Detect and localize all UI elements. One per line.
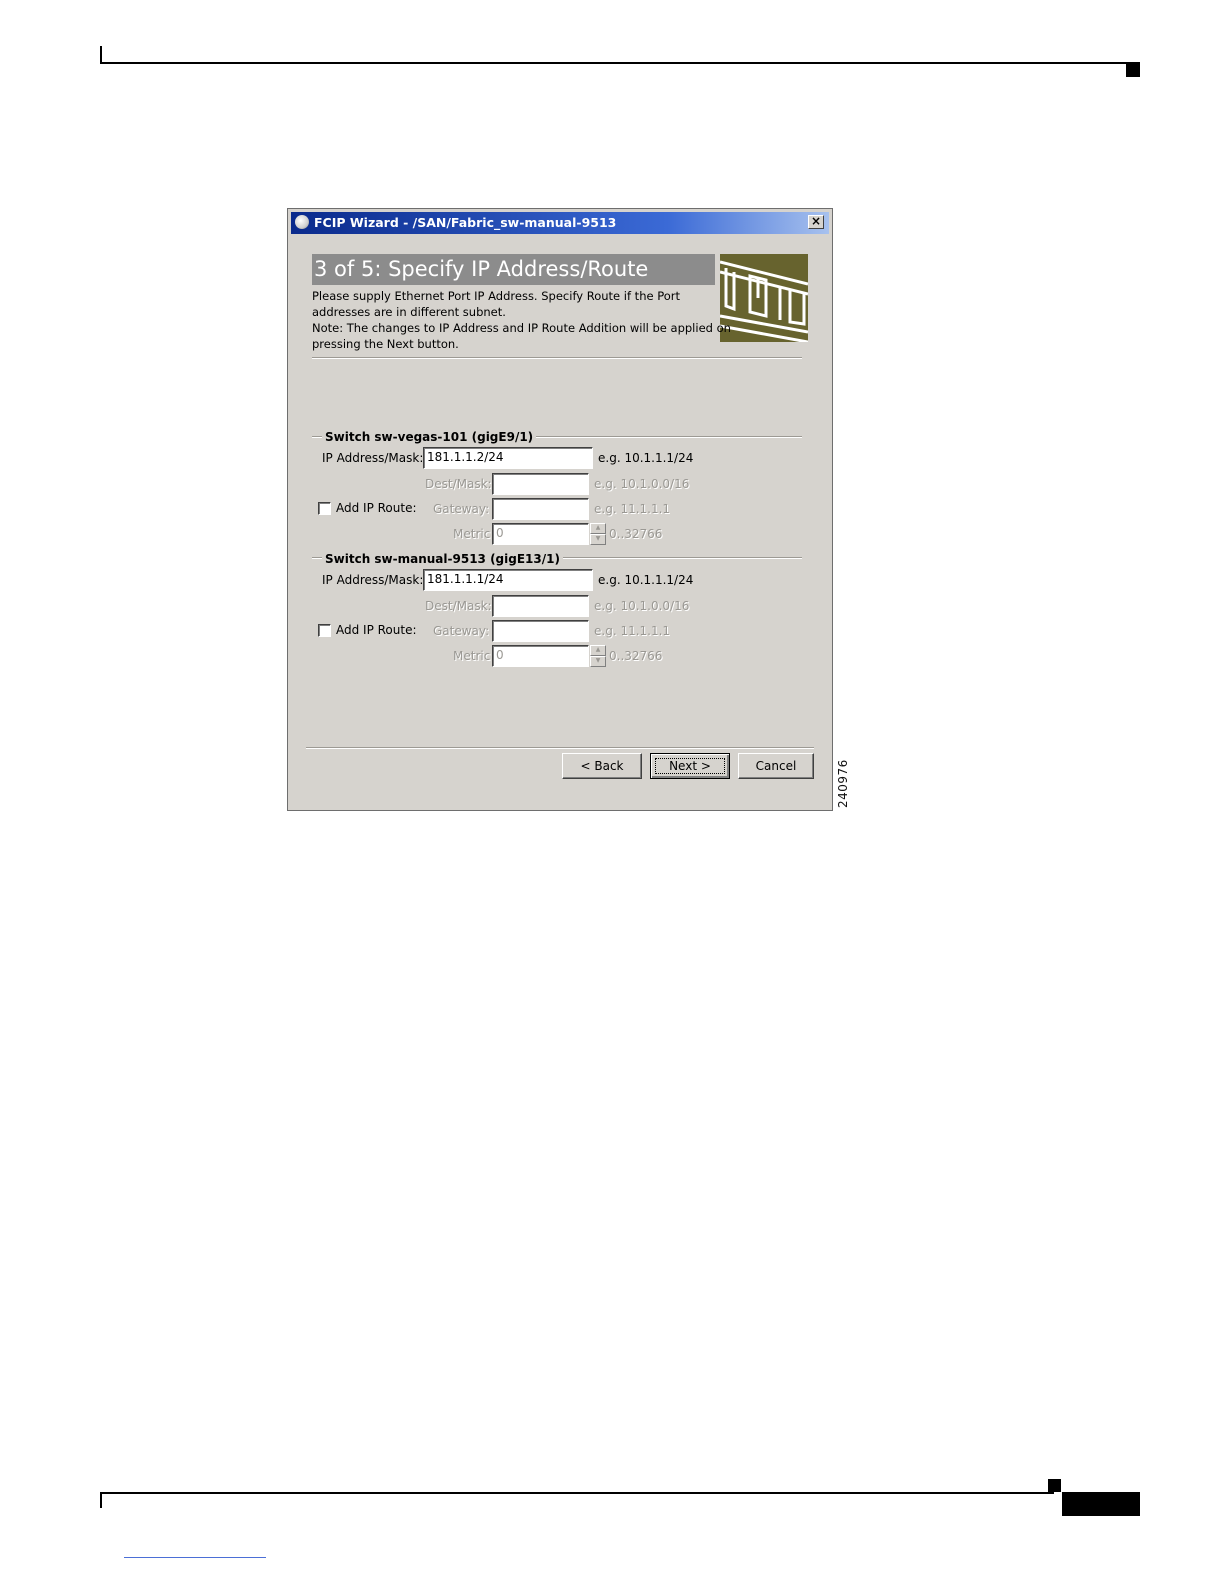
footer-rule [100, 1492, 1054, 1494]
close-button[interactable]: × [808, 215, 824, 229]
wizard-graphic [720, 254, 808, 342]
ip-address-label: IP Address/Mask: [322, 451, 424, 465]
add-ip-route-checkbox[interactable] [318, 502, 331, 515]
button-bar-separator [306, 747, 814, 749]
app-icon [295, 215, 309, 229]
next-arrow-icon: > [697, 759, 711, 773]
dest-mask-input[interactable] [492, 595, 589, 617]
ip-address-hint: e.g. 10.1.1.1/24 [598, 451, 694, 465]
window-title: FCIP Wizard - /SAN/Fabric_sw-manual-9513 [314, 215, 617, 230]
gateway-input[interactable] [492, 620, 589, 642]
metric-spinner[interactable]: ▲ ▼ [590, 645, 606, 667]
switch-group-title: Switch sw-vegas-101 (gigE9/1) [322, 429, 537, 445]
metric-spinner[interactable]: ▲ ▼ [590, 523, 606, 545]
footer-page-block [1062, 1492, 1140, 1516]
gateway-input[interactable] [492, 498, 589, 520]
instruction-line: Please supply Ethernet Port IP Address. … [312, 289, 681, 303]
metric-input[interactable]: 0 [492, 645, 589, 667]
next-button[interactable]: Next > [650, 753, 730, 779]
ip-address-label: IP Address/Mask: [322, 573, 424, 587]
footer-square [1048, 1479, 1061, 1492]
metric-input[interactable]: 0 [492, 523, 589, 545]
gateway-hint: e.g. 11.1.1.1 [594, 502, 671, 516]
dest-mask-label: Dest/Mask: [425, 599, 492, 613]
back-arrow-icon: < [580, 759, 595, 773]
gateway-hint: e.g. 11.1.1.1 [594, 624, 671, 638]
cancel-button[interactable]: Cancel [738, 753, 814, 779]
spin-up-icon[interactable]: ▲ [590, 645, 606, 656]
gateway-label: Gateway: [433, 624, 490, 638]
header-separator [312, 357, 802, 359]
dest-mask-hint: e.g. 10.1.0.0/16 [594, 477, 690, 491]
metric-hint: 0..32766 [609, 527, 663, 541]
ip-address-hint: e.g. 10.1.1.1/24 [598, 573, 694, 587]
add-ip-route-label[interactable]: Add IP Route: [336, 622, 417, 638]
header-block [1126, 64, 1140, 77]
metric-hint: 0..32766 [609, 649, 663, 663]
step-title: 3 of 5: Specify IP Address/Route [312, 254, 715, 285]
title-bar[interactable]: FCIP Wizard - /SAN/Fabric_sw-manual-9513… [291, 212, 829, 234]
dest-mask-hint: e.g. 10.1.0.0/16 [594, 599, 690, 613]
footer-link-underline[interactable] [124, 1557, 266, 1558]
gateway-label: Gateway: [433, 502, 490, 516]
instruction-line: pressing the Next button. [312, 337, 459, 351]
spin-down-icon[interactable]: ▼ [590, 534, 606, 545]
dest-mask-input[interactable] [492, 473, 589, 495]
header-rule [100, 62, 1140, 64]
metric-label: Metric [453, 527, 491, 541]
footer-tick [100, 1494, 102, 1508]
metric-label: Metric [453, 649, 491, 663]
add-ip-route-checkbox[interactable] [318, 624, 331, 637]
dest-mask-label: Dest/Mask: [425, 477, 492, 491]
ip-address-input[interactable]: 181.1.1.2/24 [423, 447, 593, 469]
spin-up-icon[interactable]: ▲ [590, 523, 606, 534]
figure-id: 240976 [836, 759, 850, 808]
add-ip-route-label[interactable]: Add IP Route: [336, 500, 417, 516]
spin-down-icon[interactable]: ▼ [590, 656, 606, 667]
instruction-line: addresses are in different subnet. [312, 305, 506, 319]
instruction-line: Note: The changes to IP Address and IP R… [312, 321, 731, 335]
back-button[interactable]: < Back [562, 753, 642, 779]
ip-address-input[interactable]: 181.1.1.1/24 [423, 569, 593, 591]
fcip-wizard-dialog: FCIP Wizard - /SAN/Fabric_sw-manual-9513… [287, 208, 833, 811]
switch-group-title: Switch sw-manual-9513 (gigE13/1) [322, 551, 563, 567]
